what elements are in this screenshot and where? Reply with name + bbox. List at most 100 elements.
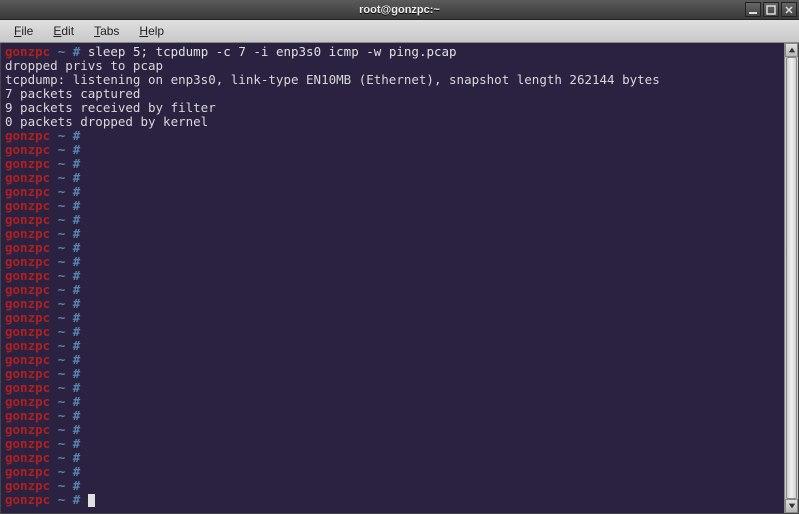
prompt-cwd: ~	[58, 492, 66, 507]
close-icon	[784, 5, 794, 15]
menubar: File Edit Tabs Help	[0, 20, 799, 43]
scroll-down-button[interactable]	[785, 499, 798, 513]
prompt-host: gonzpc	[5, 478, 50, 493]
prompt-cwd: ~	[58, 212, 66, 227]
scrollbar[interactable]	[784, 43, 798, 513]
menu-tabs[interactable]: Tabs	[84, 21, 129, 41]
minimize-button[interactable]	[745, 2, 761, 17]
prompt-host: gonzpc	[5, 240, 50, 255]
prompt-symbol: #	[73, 394, 81, 409]
prompt-cwd: ~	[58, 296, 66, 311]
minimize-icon	[748, 5, 758, 15]
prompt-cwd: ~	[58, 478, 66, 493]
menu-help[interactable]: Help	[129, 21, 174, 41]
prompt-host: gonzpc	[5, 324, 50, 339]
prompt-host: gonzpc	[5, 436, 50, 451]
prompt-symbol: #	[73, 422, 81, 437]
prompt-symbol: #	[73, 184, 81, 199]
prompt-cwd: ~	[58, 240, 66, 255]
prompt-host: gonzpc	[5, 310, 50, 325]
prompt-symbol: #	[73, 254, 81, 269]
maximize-icon	[766, 5, 776, 15]
prompt-host: gonzpc	[5, 128, 50, 143]
prompt-cwd: ~	[58, 366, 66, 381]
prompt-symbol: #	[73, 198, 81, 213]
prompt-symbol: #	[73, 492, 81, 507]
prompt-cwd: ~	[58, 324, 66, 339]
prompt-symbol: #	[73, 226, 81, 241]
prompt-host: gonzpc	[5, 184, 50, 199]
prompt-cwd: ~	[58, 282, 66, 297]
prompt-host: gonzpc	[5, 170, 50, 185]
prompt-cwd: ~	[58, 436, 66, 451]
prompt-symbol: #	[73, 282, 81, 297]
prompt-symbol: #	[73, 142, 81, 157]
prompt-host: gonzpc	[5, 254, 50, 269]
terminal[interactable]: gonzpc ~ # sleep 5; tcpdump -c 7 -i enp3…	[1, 43, 784, 513]
output-line: 9 packets received by filter	[5, 100, 216, 115]
prompt-symbol: #	[73, 338, 81, 353]
output-line: 0 packets dropped by kernel	[5, 114, 208, 129]
prompt-symbol: #	[73, 310, 81, 325]
prompt-host: gonzpc	[5, 422, 50, 437]
prompt-symbol: #	[73, 352, 81, 367]
prompt-cwd: ~	[58, 394, 66, 409]
prompt-cwd: ~	[58, 268, 66, 283]
window-controls	[745, 2, 797, 17]
prompt-cwd: ~	[58, 310, 66, 325]
cursor	[88, 494, 95, 507]
prompt-symbol: #	[73, 44, 81, 59]
output-line: tcpdump: listening on enp3s0, link-type …	[5, 72, 660, 87]
prompt-symbol: #	[73, 478, 81, 493]
prompt-symbol: #	[73, 366, 81, 381]
prompt-host: gonzpc	[5, 282, 50, 297]
prompt-host: gonzpc	[5, 44, 50, 59]
prompt-cwd: ~	[58, 408, 66, 423]
prompt-cwd: ~	[58, 44, 66, 59]
prompt-symbol: #	[73, 380, 81, 395]
prompt-cwd: ~	[58, 254, 66, 269]
prompt-host: gonzpc	[5, 450, 50, 465]
prompt-host: gonzpc	[5, 198, 50, 213]
prompt-host: gonzpc	[5, 464, 50, 479]
prompt-host: gonzpc	[5, 338, 50, 353]
window-titlebar[interactable]: root@gonzpc:~	[0, 0, 799, 20]
prompt-symbol: #	[73, 450, 81, 465]
prompt-symbol: #	[73, 324, 81, 339]
output-line: dropped privs to pcap	[5, 58, 163, 73]
menu-file[interactable]: File	[4, 21, 43, 41]
prompt-symbol: #	[73, 156, 81, 171]
scroll-thumb[interactable]	[786, 57, 797, 499]
prompt-cwd: ~	[58, 450, 66, 465]
prompt-cwd: ~	[58, 170, 66, 185]
command-text: sleep 5; tcpdump -c 7 -i enp3s0 icmp -w …	[88, 44, 457, 59]
prompt-host: gonzpc	[5, 394, 50, 409]
prompt-cwd: ~	[58, 198, 66, 213]
prompt-cwd: ~	[58, 338, 66, 353]
prompt-host: gonzpc	[5, 268, 50, 283]
scroll-up-button[interactable]	[785, 43, 798, 57]
prompt-cwd: ~	[58, 464, 66, 479]
prompt-symbol: #	[73, 268, 81, 283]
prompt-cwd: ~	[58, 226, 66, 241]
prompt-symbol: #	[73, 212, 81, 227]
prompt-cwd: ~	[58, 380, 66, 395]
prompt-cwd: ~	[58, 352, 66, 367]
maximize-button[interactable]	[763, 2, 779, 17]
prompt-host: gonzpc	[5, 142, 50, 157]
prompt-symbol: #	[73, 240, 81, 255]
scroll-track[interactable]	[785, 57, 798, 499]
prompt-host: gonzpc	[5, 296, 50, 311]
close-button[interactable]	[781, 2, 797, 17]
prompt-symbol: #	[73, 436, 81, 451]
prompt-symbol: #	[73, 296, 81, 311]
prompt-host: gonzpc	[5, 380, 50, 395]
prompt-symbol: #	[73, 128, 81, 143]
prompt-cwd: ~	[58, 422, 66, 437]
prompt-cwd: ~	[58, 142, 66, 157]
prompt-symbol: #	[73, 170, 81, 185]
prompt-cwd: ~	[58, 184, 66, 199]
prompt-cwd: ~	[58, 156, 66, 171]
menu-edit[interactable]: Edit	[43, 21, 84, 41]
output-line: 7 packets captured	[5, 86, 140, 101]
